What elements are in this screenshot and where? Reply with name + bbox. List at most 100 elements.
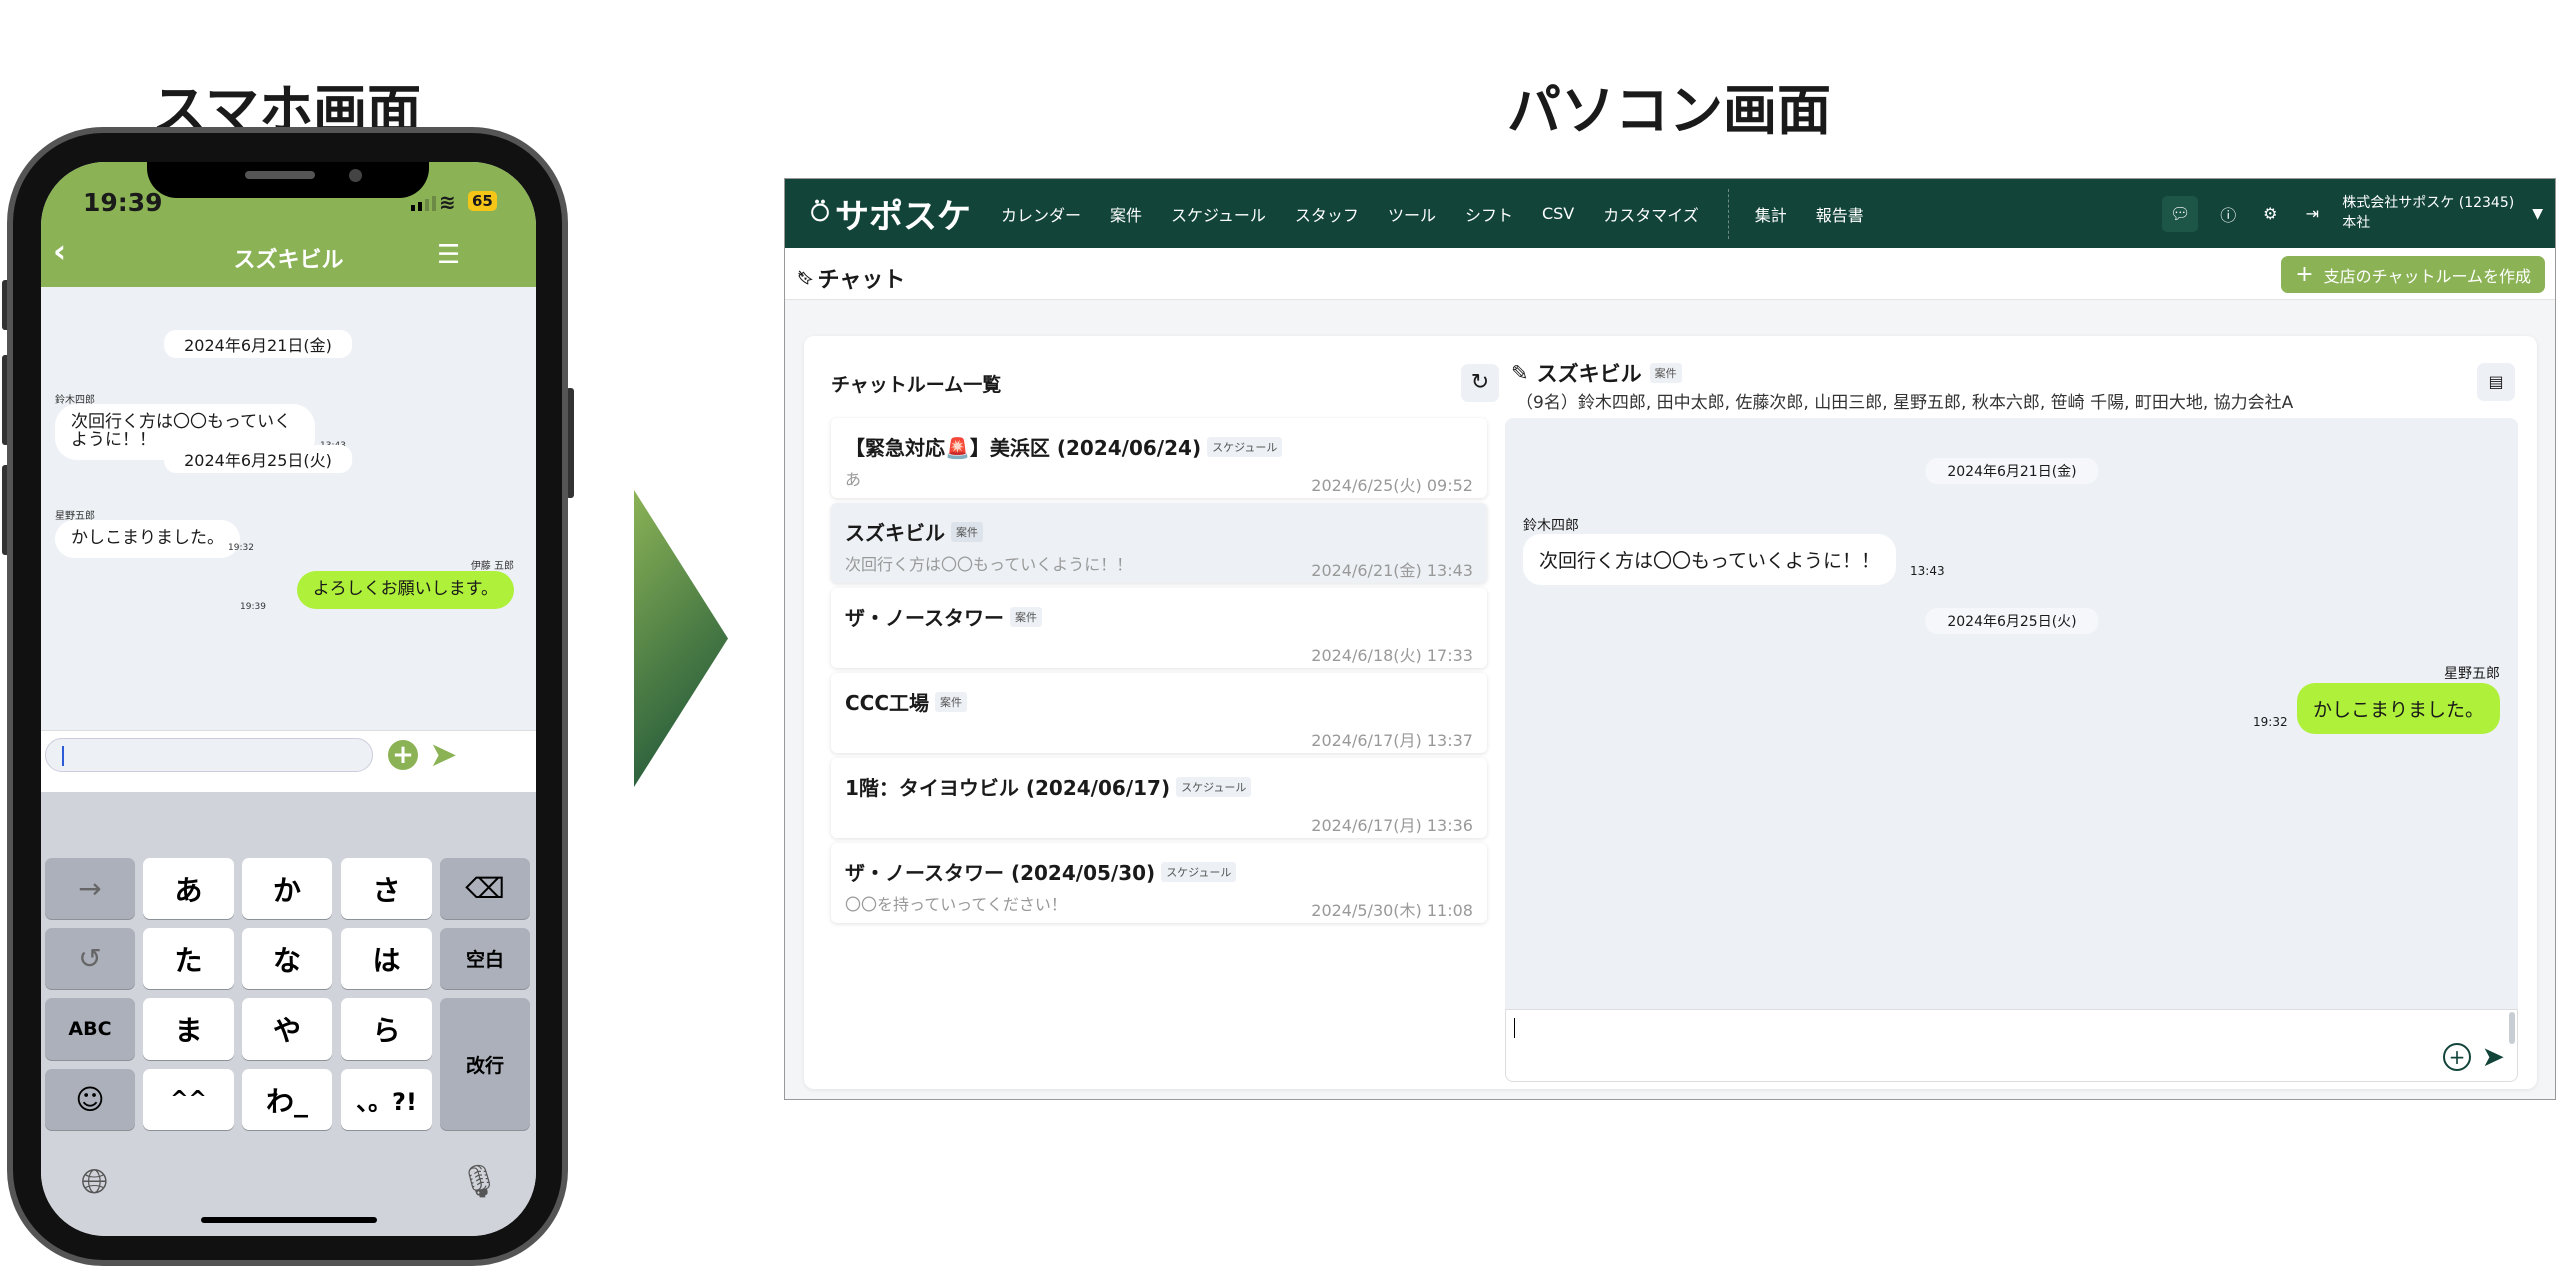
- room-title: CCC工場 案件: [845, 687, 1473, 716]
- refresh-icon[interactable]: ↻: [1461, 364, 1499, 402]
- battery-icon: 65: [468, 191, 497, 211]
- top-nav: ⍥ サポスケ カレンダー 案件 スケジュール スタッフ ツール シフト CSV カ…: [785, 179, 2555, 248]
- room-preview: 〇〇を持っていってください！: [845, 895, 1067, 914]
- key[interactable]: や: [242, 998, 332, 1060]
- room-title: 1階：タイヨウビル (2024/06/17) スケジュール: [845, 772, 1473, 801]
- phone-chat-title: スズキビル: [233, 248, 344, 273]
- nav-shift[interactable]: シフト: [1465, 202, 1513, 226]
- add-icon[interactable]: +: [388, 740, 418, 770]
- keyboard: → あ か さ ⌫ ↺ た な は 空白 ABC ま や ら 改行 ☺ ^^ わ…: [41, 792, 536, 1236]
- list-icon[interactable]: ☰: [437, 240, 460, 270]
- company-selector[interactable]: 株式会社サポスケ (12345) 本社: [2342, 194, 2514, 233]
- room-list-item[interactable]: 1階：タイヨウビル (2024/06/17) スケジュール 2024/6/17(月…: [831, 758, 1487, 838]
- create-room-button[interactable]: + 支店のチャットルームを作成: [2281, 256, 2545, 293]
- nav-projects[interactable]: 案件: [1110, 202, 1142, 226]
- emoji-key-icon[interactable]: ☺: [45, 1069, 135, 1130]
- nav-csv[interactable]: CSV: [1542, 204, 1574, 223]
- key[interactable]: ^^: [143, 1069, 234, 1130]
- phone-message-area: 2024年6月21日(金) 鈴木四郎 次回行く方は〇〇もっていくように！！ 13…: [41, 287, 536, 730]
- notch: [147, 162, 429, 198]
- room-list-item[interactable]: ザ・ノースタワー 案件 2024/6/18(火) 17:33: [831, 588, 1487, 668]
- page-title: チャット: [817, 268, 906, 293]
- nav-summary[interactable]: 集計: [1755, 202, 1787, 226]
- room-title: ザ・ノースタワー (2024/05/30) スケジュール: [845, 857, 1473, 886]
- room-date: 2024/5/30(木) 11:08: [1311, 901, 1473, 920]
- add-icon[interactable]: +: [2443, 1043, 2471, 1071]
- pc-section-title: パソコン画面: [1507, 79, 1831, 142]
- key[interactable]: あ: [143, 858, 234, 919]
- message-input[interactable]: + ➤: [1505, 1009, 2518, 1082]
- nav-tools[interactable]: ツール: [1388, 202, 1436, 226]
- member-list: （9名）鈴木四郎, 田中太郎, 佐藤次郎, 山田三郎, 星野五郎, 秋本六郎, …: [1516, 393, 2294, 413]
- send-icon[interactable]: ➤: [429, 735, 458, 775]
- key[interactable]: ま: [143, 998, 234, 1060]
- message-time: 19:32: [2253, 715, 2288, 729]
- space-key[interactable]: 空白: [440, 928, 530, 989]
- room-title: 【緊急対応🚨】美浜区 (2024/06/24) スケジュール: [845, 432, 1473, 461]
- chevron-down-icon[interactable]: ▼: [2532, 206, 2543, 222]
- logout-icon[interactable]: ⇥: [2300, 202, 2324, 226]
- room-list-item[interactable]: ザ・ノースタワー (2024/05/30) スケジュール 〇〇を持っていってくださ…: [831, 843, 1487, 923]
- document-icon[interactable]: ▤: [2477, 363, 2515, 401]
- nav-customize[interactable]: カスタマイズ: [1603, 202, 1699, 226]
- arrow-shape: [634, 490, 728, 787]
- my-message-bubble: よろしくお願いします。: [296, 571, 514, 609]
- room-title: スズキビル 案件: [845, 517, 1473, 546]
- key[interactable]: ら: [341, 998, 432, 1060]
- date-separator: 2024年6月21日(金): [1925, 458, 2099, 484]
- message-area: 2024年6月21日(金) 鈴木四郎 次回行く方は〇〇もっていくように！！ 13…: [1505, 418, 2518, 1009]
- nav-calendar[interactable]: カレンダー: [1001, 202, 1081, 226]
- nav-schedule[interactable]: スケジュール: [1171, 202, 1266, 226]
- nav-staff[interactable]: スタッフ: [1295, 202, 1359, 226]
- nav-reports[interactable]: 報告書: [1816, 202, 1864, 226]
- location-pin-icon: ⍥: [811, 196, 829, 231]
- message-time: 19:39: [240, 602, 266, 612]
- return-key[interactable]: 改行: [440, 998, 530, 1130]
- room-date: 2024/6/17(月) 13:36: [1311, 816, 1473, 835]
- message-time: 19:32: [228, 543, 254, 553]
- nav-divider: [1727, 188, 1729, 239]
- room-date: 2024/6/21(金) 13:43: [1311, 561, 1473, 580]
- message-bubble: 次回行く方は〇〇もっていくように！！: [1523, 534, 1897, 585]
- room-tag: 案件: [935, 691, 968, 712]
- bookmark-icon: 🔖︎: [797, 270, 814, 286]
- room-list-item[interactable]: 【緊急対応🚨】美浜区 (2024/06/24) スケジュール あ 2024/6/2…: [831, 418, 1487, 498]
- chat-icon[interactable]: 💬︎: [2162, 195, 2199, 232]
- key[interactable]: な: [242, 928, 332, 989]
- home-indicator: [201, 1217, 377, 1223]
- status-time: 19:39: [83, 188, 163, 217]
- key[interactable]: は: [341, 928, 432, 989]
- globe-icon[interactable]: 🌐︎: [81, 1162, 108, 1202]
- delete-key-icon[interactable]: ⌫: [440, 858, 530, 919]
- phone-screen: 19:39 ≋ 65 ‹ スズキビル ☰ 2024年6月21日(金) 鈴木四郎 …: [41, 162, 536, 1236]
- my-message-bubble: かしこまりました。: [2296, 683, 2500, 734]
- gear-icon[interactable]: ⚙: [2258, 202, 2282, 226]
- sender-name: 鈴木四郎: [1523, 518, 1579, 534]
- abc-key[interactable]: ABC: [45, 998, 135, 1060]
- room-date: 2024/6/17(月) 13:37: [1311, 731, 1473, 750]
- logo[interactable]: ⍥ サポスケ: [811, 189, 1001, 238]
- microphone-icon[interactable]: 🎙︎: [459, 1162, 500, 1200]
- message-input[interactable]: [45, 738, 373, 772]
- phone-header: 19:39 ≋ 65 ‹ スズキビル ☰: [41, 162, 536, 287]
- wifi-icon: ≋: [439, 190, 456, 214]
- room-list-item[interactable]: スズキビル 案件 次回行く方は〇〇もっていくように！！ 2024/6/21(金) …: [831, 503, 1487, 583]
- key[interactable]: 、。?!: [341, 1069, 432, 1130]
- key[interactable]: わ_: [242, 1069, 332, 1130]
- signal-icon: [411, 196, 436, 211]
- key[interactable]: た: [143, 928, 234, 989]
- room-list-title: チャットルーム一覧: [831, 374, 1002, 396]
- scrollbar[interactable]: [2509, 1012, 2515, 1044]
- key-arrow[interactable]: →: [45, 858, 135, 919]
- send-icon[interactable]: ➤: [2482, 1040, 2505, 1073]
- room-list-item[interactable]: CCC工場 案件 2024/6/17(月) 13:37: [831, 673, 1487, 753]
- edit-icon[interactable]: ✎: [1511, 361, 1529, 385]
- key[interactable]: さ: [341, 858, 432, 919]
- date-separator: 2024年6月21日(金): [164, 330, 352, 358]
- key[interactable]: か: [242, 858, 332, 919]
- sender-name: 星野五郎: [2444, 666, 2500, 682]
- undo-key-icon[interactable]: ↺: [45, 928, 135, 989]
- info-icon[interactable]: ⓘ: [2216, 202, 2240, 226]
- message-bubble: かしこまりました。: [55, 520, 240, 558]
- page-header: 🔖︎ チャット + 支店のチャットルームを作成: [785, 248, 2555, 300]
